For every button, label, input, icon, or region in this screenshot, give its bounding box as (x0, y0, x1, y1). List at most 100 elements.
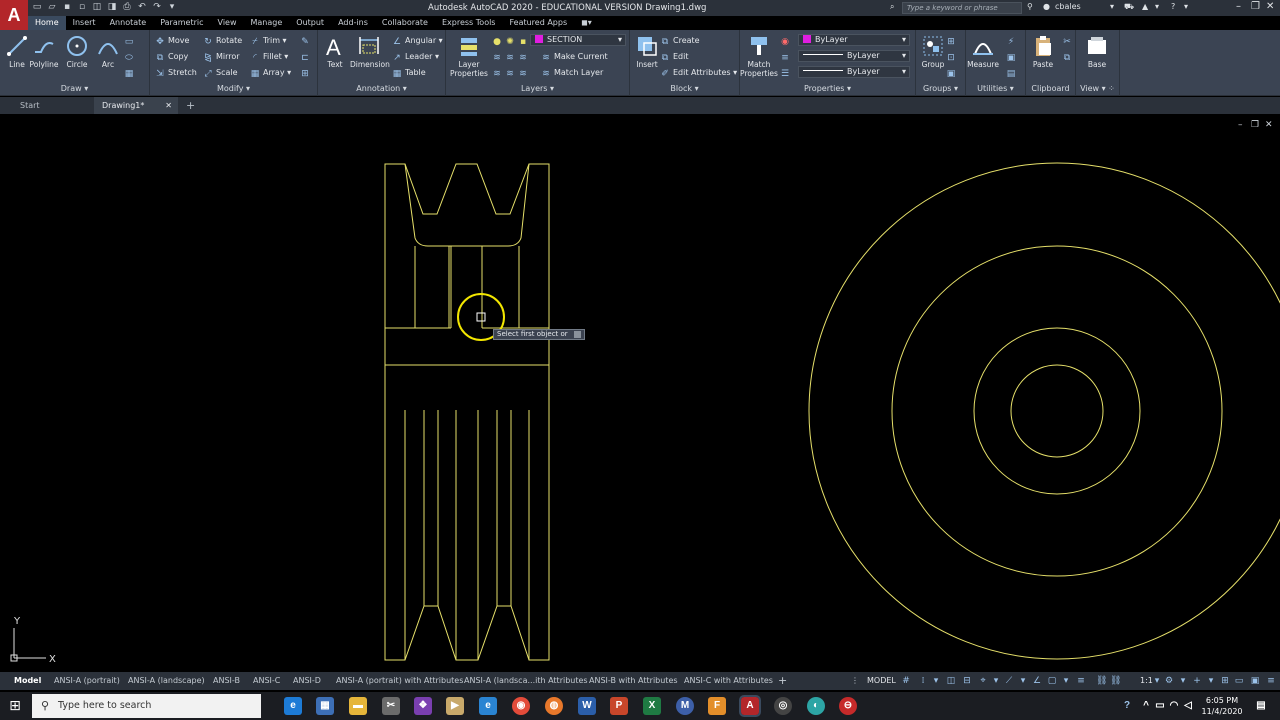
osnap-dropdown-icon[interactable]: ▾ (1061, 676, 1071, 686)
dynamic-input-icon[interactable]: ⊟ (962, 676, 972, 686)
taskbar-search-input[interactable]: ⚲ Type here to search (32, 694, 261, 718)
base-button[interactable]: Base (1080, 34, 1114, 69)
linetype-dropdown[interactable]: ByLayer ▾ (798, 50, 910, 62)
scale-button[interactable]: ⤢ Scale (203, 66, 237, 80)
save-as-icon[interactable]: ▫ (77, 2, 87, 12)
panel-title-annotation[interactable]: Annotation ▾ (318, 83, 445, 94)
close-icon[interactable]: ✕ (1266, 1, 1274, 12)
tab-add-ins[interactable]: Add-ins (331, 16, 375, 30)
word-icon[interactable]: W (578, 697, 596, 715)
open-icon[interactable]: ▱ (47, 2, 57, 12)
linetype-icon[interactable]: ☰ (780, 66, 793, 80)
user-icon[interactable]: ● (1043, 2, 1050, 11)
tab-parametric[interactable]: Parametric (153, 16, 210, 30)
app-teal-icon[interactable]: ◐ (807, 697, 825, 715)
panel-title-groups[interactable]: Groups ▾ (916, 83, 965, 94)
match-layer-button[interactable]: ≋ Match Layer (541, 66, 603, 80)
insert-button[interactable]: Insert (630, 34, 664, 69)
autocad-logo-icon[interactable]: A (0, 0, 28, 30)
app-orange-icon[interactable]: F (708, 697, 726, 715)
open-web-icon[interactable]: ◫ (92, 2, 102, 12)
group-edit-button[interactable]: ⊡ (946, 50, 959, 64)
panel-title-clipboard[interactable]: Clipboard (1026, 83, 1075, 94)
autodesk-app-store-icon[interactable]: ⛟ (1124, 2, 1134, 12)
pulley-outer-circle[interactable] (808, 162, 1280, 660)
pulley-section-outline[interactable] (384, 163, 550, 661)
app-red-icon[interactable]: ⊖ (839, 697, 857, 715)
mirror-button[interactable]: ⧎ Mirror (203, 50, 239, 64)
notifications-icon[interactable]: ▤ (1254, 697, 1268, 715)
drawing-canvas[interactable]: Y X Select first object or – ❐ ✕ (0, 118, 1280, 672)
clean-screen-icon[interactable]: ▣ (1250, 676, 1260, 686)
color-wheel-icon[interactable]: ◉ (780, 34, 793, 48)
tab-express-tools[interactable]: Express Tools (435, 16, 503, 30)
excel-icon[interactable]: X (643, 697, 661, 715)
move-button[interactable]: ✥ Move (155, 34, 189, 48)
minimize-icon[interactable]: – (1236, 1, 1241, 12)
pulley-hub-circle[interactable] (891, 245, 1223, 577)
calculator-app-icon[interactable]: ▦ (316, 697, 334, 715)
model-space-button[interactable]: MODEL (867, 672, 896, 690)
layout-tab-ansi-c-attributes[interactable]: ANSI-C with Attributes (684, 672, 773, 690)
file-explorer-icon[interactable]: ▬ (349, 697, 367, 715)
redo-icon[interactable]: ↷ (152, 2, 162, 12)
workspace-gear-icon[interactable]: ⚙ (1164, 676, 1174, 686)
stretch-button[interactable]: ⇲ Stretch (155, 66, 197, 80)
group-select-button[interactable]: ▣ (946, 66, 959, 80)
tab-manage[interactable]: Manage (244, 16, 290, 30)
new-tab-icon[interactable]: + (186, 97, 195, 114)
layout-tab-ansi-b-attributes[interactable]: ANSI-B with Attributes (589, 672, 678, 690)
search-submit-icon[interactable]: ⚲ (1027, 2, 1033, 11)
polyline-button[interactable]: Polyline (27, 34, 61, 69)
panel-title-block[interactable]: Block ▾ (630, 83, 739, 94)
table-button[interactable]: ▦ Table (392, 66, 426, 80)
layout-tab-model[interactable]: Model (14, 672, 41, 690)
auto-scale-icon[interactable]: ⛓ (1110, 676, 1121, 686)
erase-button[interactable]: ✎ (300, 34, 313, 48)
save-icon[interactable]: ▪ (62, 2, 72, 12)
object-snap-tracking-icon[interactable]: ∠ (1032, 676, 1042, 686)
panel-title-view[interactable]: View ▾ ⁘ (1076, 83, 1119, 94)
start-tab[interactable]: Start (20, 97, 40, 114)
ellipse-button[interactable]: ⬭ (124, 50, 137, 64)
help-icon[interactable]: ? (1171, 2, 1175, 11)
help-tray-icon[interactable]: ? (1120, 697, 1134, 715)
ribbon-toggle-icon[interactable]: ◼▾ (574, 16, 599, 30)
ungroup-button[interactable]: ⊞ (946, 34, 959, 48)
volume-icon[interactable]: ◁ (1182, 697, 1194, 715)
layer-dropdown[interactable]: SECTION ▾ (530, 34, 626, 46)
dimension-button[interactable]: Dimension (350, 34, 390, 69)
viewport-close-icon[interactable]: ✕ (1265, 120, 1273, 130)
angular-button[interactable]: ∠ Angular ▾ (392, 34, 443, 48)
layout-tab-ansi-b[interactable]: ANSI-B (213, 672, 240, 690)
tooltip-options-icon[interactable] (574, 331, 581, 338)
iso-dropdown-icon[interactable]: ▾ (1018, 676, 1028, 686)
layout-tab-ansi-a-landscape[interactable]: ANSI-A (landscape) (128, 672, 205, 690)
more-dropdown-icon[interactable]: ▾ (1155, 2, 1159, 11)
offset-button[interactable]: ⊏ (300, 50, 313, 64)
annotation-visibility-icon[interactable]: ⛓ (1096, 676, 1107, 686)
panel-title-layers[interactable]: Layers ▾ (446, 83, 629, 94)
make-current-button[interactable]: ≋ Make Current (541, 50, 607, 64)
quick-properties-icon[interactable]: ⊞ (1220, 676, 1230, 686)
edit-attributes-button[interactable]: ✐ Edit Attributes ▾ (660, 66, 737, 80)
wifi-icon[interactable]: ◠ (1168, 697, 1180, 715)
lineweight-toggle-icon[interactable]: ≡ (1076, 676, 1086, 686)
object-snap-icon[interactable]: ▢ (1047, 676, 1057, 686)
close-tab-icon[interactable]: ✕ (165, 97, 172, 114)
match-properties-button[interactable]: Match Properties (740, 34, 778, 78)
panel-title-modify[interactable]: Modify ▾ (150, 83, 317, 94)
calculator-button[interactable]: ▤ (1006, 66, 1019, 80)
windows-start-icon[interactable]: ⊞ (0, 692, 30, 720)
quick-select-button[interactable]: ⚡ (1006, 34, 1019, 48)
firefox-icon[interactable]: ◍ (545, 697, 563, 715)
fillet-button[interactable]: ◜ Fillet ▾ (250, 50, 288, 64)
arc-button[interactable]: Arc (91, 34, 125, 69)
polar-tracking-icon[interactable]: ⌖ (978, 676, 988, 686)
color-dropdown[interactable]: ByLayer ▾ (798, 34, 910, 46)
panel-title-utilities[interactable]: Utilities ▾ (966, 83, 1025, 94)
drawing1-tab[interactable]: Drawing1* ✕ (94, 97, 178, 114)
user-name[interactable]: cbales (1055, 2, 1081, 11)
scale-dropdown-icon[interactable]: ▾ (1152, 676, 1162, 686)
paste-button[interactable]: Paste (1026, 34, 1060, 69)
